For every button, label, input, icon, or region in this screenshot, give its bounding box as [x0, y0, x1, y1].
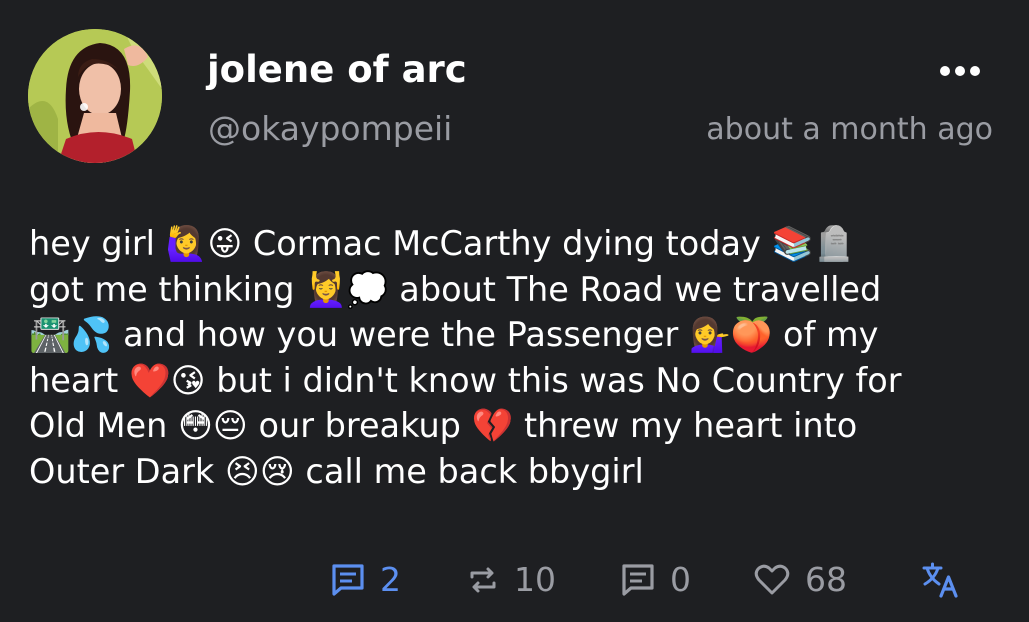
emoji: ❤️😘	[128, 360, 206, 400]
like-count: 68	[805, 560, 847, 599]
reply-button[interactable]: 2	[330, 558, 401, 602]
post-content: hey girl 🙋‍♀️😜 Cormac McCarthy dying tod…	[29, 221, 989, 494]
boost-icon	[470, 567, 496, 593]
content-line: 🛣️💦 and how you were the Passenger 💁‍♀️🍑…	[29, 315, 879, 354]
quote-count: 0	[670, 560, 691, 599]
more-options-button[interactable]	[930, 56, 990, 86]
content-line: Old Men 😳😔 our breakup 💔 threw my heart …	[29, 406, 858, 445]
emoji: 💔	[471, 406, 514, 445]
emoji: 💁‍♀️🍑	[688, 315, 773, 354]
boost-button[interactable]: 10	[466, 558, 556, 602]
content-line: Outer Dark 😣😢 call me back bbygirl	[29, 451, 644, 491]
action-bar: 2 10 0 68	[0, 558, 1029, 602]
post-timestamp[interactable]: about a month ago	[706, 110, 993, 150]
emoji: 📚🪦	[771, 224, 855, 263]
avatar[interactable]	[28, 29, 162, 163]
emoji: 💆‍♀️💭	[305, 269, 389, 309]
content-line: heart ❤️😘 but i didn't know this was No …	[29, 360, 902, 400]
post-card: jolene of arc @okaypompeii about a month…	[0, 0, 1029, 622]
display-name[interactable]: jolene of arc	[207, 46, 467, 94]
emoji: 🙋‍♀️😜	[165, 224, 243, 263]
translate-icon	[922, 562, 958, 598]
emoji: 😳😔	[177, 406, 248, 445]
boost-count: 10	[514, 560, 556, 599]
emoji: 😣😢	[224, 451, 295, 491]
like-button[interactable]: 68	[753, 558, 847, 602]
quote-button[interactable]: 0	[620, 558, 691, 602]
user-handle[interactable]: @okaypompeii	[208, 107, 452, 151]
emoji: 🛣️💦	[29, 315, 113, 354]
heart-icon	[754, 564, 790, 595]
reply-icon	[332, 564, 364, 596]
content-line: got me thinking 💆‍♀️💭 about The Road we …	[29, 269, 882, 309]
content-line: hey girl 🙋‍♀️😜 Cormac McCarthy dying tod…	[29, 224, 855, 263]
more-dot	[970, 66, 980, 76]
quote-icon	[622, 564, 654, 596]
more-dot	[940, 66, 950, 76]
more-dot	[955, 66, 965, 76]
profile-photo-icon	[28, 29, 162, 163]
reply-count: 2	[380, 560, 401, 599]
translate-button[interactable]	[921, 558, 961, 602]
